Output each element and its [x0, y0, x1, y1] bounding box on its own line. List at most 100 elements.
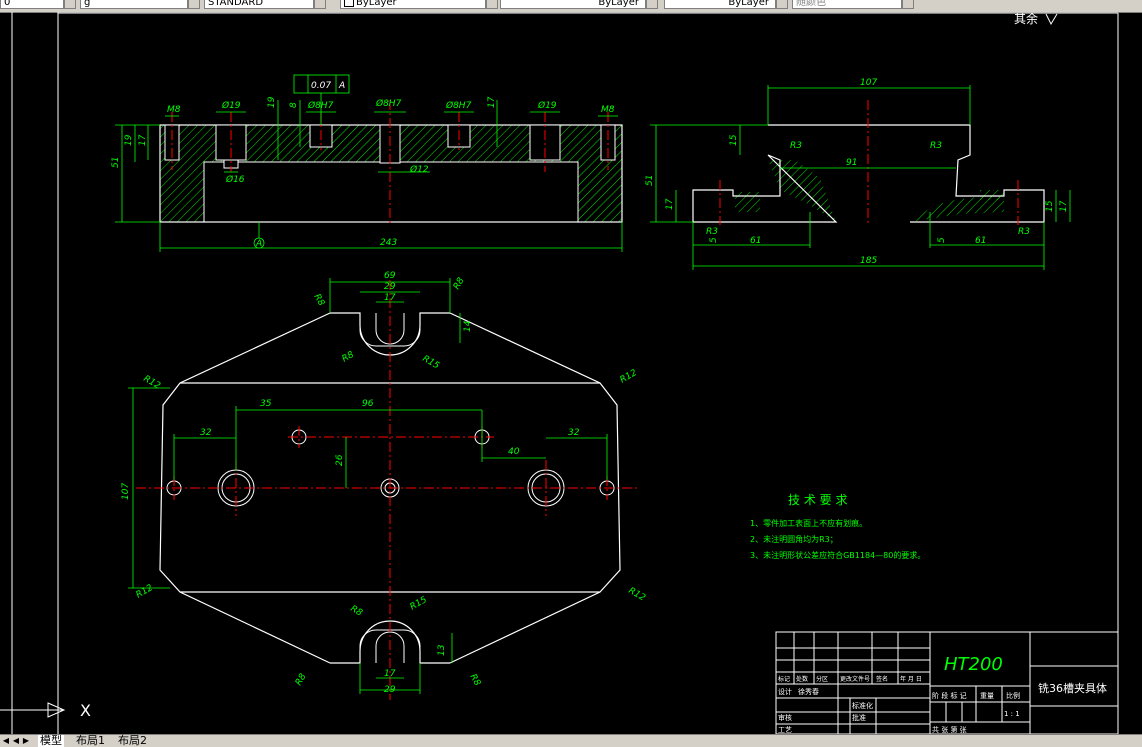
- linetype-bylayer-dropdown[interactable]: ByLayer: [500, 0, 646, 9]
- dim-185: 185: [860, 256, 877, 266]
- tolerance-value: 0.07: [311, 81, 331, 91]
- tb-header-date: 年 月 日: [900, 675, 922, 683]
- tech-req-title: 技 术 要 求: [788, 493, 847, 507]
- dim-r12-tr: R12: [619, 368, 640, 386]
- dim-96: 96: [362, 399, 374, 409]
- dim-32-right: 32: [568, 428, 580, 438]
- dim-243: 243: [380, 238, 397, 248]
- lineweight-dropdown[interactable]: ByLayer: [664, 0, 776, 9]
- plotstyle-dropdown[interactable]: 随颜色: [792, 0, 902, 9]
- dim-r3-a: R3: [790, 141, 802, 151]
- dim-r15-slot: R15: [421, 354, 442, 372]
- tb-header-count: 处数: [796, 675, 808, 683]
- tb-approve: 批准: [852, 713, 866, 722]
- dim-r8-tl: R8: [311, 293, 326, 309]
- dim-51: 51: [111, 157, 121, 168]
- tab-layout2[interactable]: 布局2: [116, 735, 149, 747]
- dim-91: 91: [846, 158, 857, 168]
- dim-17-top: 17: [384, 293, 396, 303]
- tb-header-change-doc: 更改文件号: [840, 675, 870, 683]
- dim-51-side: 51: [645, 175, 655, 186]
- textstyle-dropdown-arrow[interactable]: [314, 0, 326, 9]
- dim-19: 19: [124, 134, 134, 146]
- tb-row-design: 设计: [778, 687, 792, 696]
- dim-17: 17: [138, 134, 148, 146]
- linetype-bylayer-arrow[interactable]: [646, 0, 658, 9]
- tech-req-item-3: 3、未注明形状公差应符合GB1184—80的要求。: [750, 550, 925, 560]
- tb-row-process: 工艺: [778, 726, 792, 734]
- top-view: 69 29 17 R8 R8 14 R8 R15 R12 R12 R12 R12…: [121, 271, 647, 700]
- dim-17-right-side: 17: [1059, 200, 1069, 212]
- layer-dropdown[interactable]: 0: [0, 0, 64, 9]
- next-tab-icon[interactable]: ▶: [22, 736, 30, 746]
- layer-dropdown-arrow[interactable]: [64, 0, 76, 9]
- ucs-icon: X: [0, 701, 91, 720]
- dim-61-left: 61: [750, 236, 761, 246]
- dim-29-top: 29: [384, 282, 396, 292]
- dim-r8-tr: R8: [452, 276, 467, 292]
- dim-d12: Ø12: [409, 164, 429, 175]
- tb-header-zone: 分区: [816, 675, 828, 683]
- technical-requirements: 技 术 要 求 1、零件加工表面上不应有划痕。 2、未注明圆角均为R3； 3、未…: [750, 493, 925, 560]
- tb-standardization: 标准化: [852, 701, 873, 710]
- dim-r12-bl: R12: [135, 583, 156, 601]
- title-block: HT200 铣36槽夹具体 标记 处数 分区 更改文件号 签名 年 月 日 设计…: [775, 631, 1119, 734]
- dim-5-left: 5: [709, 237, 719, 243]
- dim-17-bot: 17: [384, 669, 396, 679]
- tb-stage-mark: 阶 段 标 记: [932, 691, 967, 700]
- material-label: HT200: [944, 654, 1003, 675]
- textstyle-dropdown[interactable]: STANDARD: [204, 0, 314, 9]
- tb-designer-name: 徐秀春: [798, 687, 819, 696]
- dim-r8-slot-b: R8: [349, 604, 365, 619]
- drawing-frame: [11, 12, 1119, 734]
- dim-r8-bl: R8: [294, 672, 309, 688]
- drawing-canvas[interactable]: 其余 M8 Ø19 19 8 Ø8H7 Ø8H7 Ø8H7 17 Ø19 M8 …: [0, 12, 1142, 734]
- color-dropdown[interactable]: ByLayer: [340, 0, 486, 9]
- lineweight-dropdown-arrow[interactable]: [776, 0, 788, 9]
- dim-32-left: 32: [200, 428, 212, 438]
- dim-8: 8: [289, 102, 299, 108]
- dim-r3-b: R3: [930, 141, 942, 151]
- dim-d8h7-center: Ø8H7: [375, 98, 402, 109]
- tech-req-item-2: 2、未注明圆角均为R3；: [750, 534, 838, 544]
- tab-layout1[interactable]: 布局1: [74, 735, 107, 747]
- dim-107-top: 107: [121, 483, 131, 500]
- color-swatch-icon: [344, 0, 354, 7]
- dim-m8-right: M8: [601, 105, 615, 115]
- dim-d16: Ø16: [225, 174, 245, 185]
- layout-tabs: ◀ ◀ ▶ 模型 布局1 布局2: [0, 734, 1142, 747]
- dim-15: 15: [729, 134, 739, 146]
- dim-5-right: 5: [937, 237, 947, 243]
- dim-61-right: 61: [975, 236, 986, 246]
- tb-scale-label: 比例: [1006, 691, 1020, 700]
- tolerance-datum: A: [338, 81, 345, 91]
- first-tab-icon[interactable]: ◀: [2, 736, 10, 746]
- datum-a-label: A: [255, 239, 262, 249]
- tb-row-review: 审核: [778, 713, 792, 722]
- dim-35: 35: [260, 399, 272, 409]
- side-view: 107 R3 R3 15 91 51 17 R3 R3 61 61 5 5 18…: [645, 78, 1071, 270]
- dim-r3-c: R3: [706, 227, 718, 237]
- linetype-dropdown[interactable]: g: [80, 0, 188, 9]
- dim-15-right: 15: [1045, 200, 1055, 212]
- surface-finish-note: 其余: [1014, 12, 1038, 26]
- dim-r12-br: R12: [627, 586, 648, 604]
- dim-r8-br: R8: [467, 673, 482, 689]
- dim-r15-slot-b: R15: [409, 595, 430, 613]
- linetype-dropdown-arrow[interactable]: [188, 0, 200, 9]
- dim-d19-left: Ø19: [221, 100, 241, 111]
- tab-model[interactable]: 模型: [38, 735, 64, 747]
- dim-107: 107: [860, 78, 877, 88]
- dim-17-side: 17: [665, 198, 675, 210]
- tb-weight: 重量: [980, 692, 994, 700]
- color-dropdown-arrow[interactable]: [486, 0, 498, 9]
- dim-29-bot: 29: [384, 685, 396, 695]
- dim-13: 13: [437, 644, 447, 656]
- dim-r8-slot: R8: [341, 350, 357, 365]
- plotstyle-dropdown-arrow[interactable]: [902, 0, 914, 9]
- prev-tab-icon[interactable]: ◀: [12, 736, 20, 746]
- dim-r3-d: R3: [1018, 227, 1030, 237]
- color-value: ByLayer: [356, 0, 397, 8]
- dim-14: 14: [463, 320, 473, 332]
- dim-17-right: 17: [487, 96, 497, 108]
